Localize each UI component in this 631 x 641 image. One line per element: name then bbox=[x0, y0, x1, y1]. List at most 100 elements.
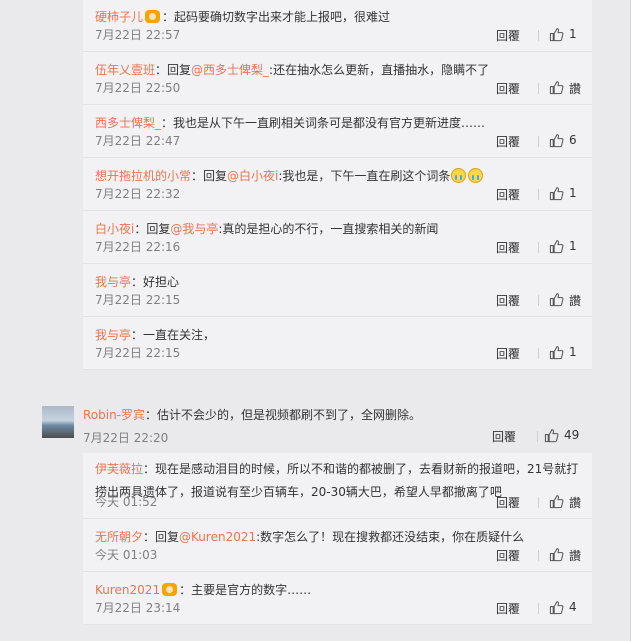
thumbs-up-icon[interactable] bbox=[544, 428, 559, 443]
reply-actions: 回覆 1 bbox=[472, 345, 592, 361]
reply-timestamp: 今天 01:03 bbox=[95, 548, 158, 562]
reply-username[interactable]: Kuren2021 bbox=[95, 583, 160, 597]
reply-timestamp: 7月22日 22:16 bbox=[95, 240, 181, 254]
thumbs-up-icon[interactable] bbox=[549, 186, 564, 201]
reply-button[interactable]: 回覆 bbox=[496, 133, 520, 150]
reply-timestamp: 7月22日 22:15 bbox=[95, 346, 181, 360]
main-comment: Robin-罗宾：估计不会少的，但是视频都刷不到了，全网删除。 7月22日 22… bbox=[40, 394, 602, 452]
comment-actions: 回覆 49 bbox=[472, 428, 602, 444]
reply-actions: 回覆 1 bbox=[472, 239, 592, 255]
thumbs-up-icon[interactable] bbox=[549, 80, 564, 95]
reply-text: ：起码要确切数字出来才能上报吧，很难过 bbox=[162, 10, 391, 24]
reply-prefix: ：回复 bbox=[134, 222, 171, 236]
reply-text: :还在抽水怎么更新，直播抽水，隐瞒不了 bbox=[269, 63, 490, 77]
mention-link[interactable]: @西多士俾梨_ bbox=[191, 63, 269, 77]
reply-actions: 回覆 6 bbox=[472, 133, 592, 149]
divider bbox=[537, 431, 538, 442]
thumbs-up-icon[interactable] bbox=[549, 345, 564, 360]
divider bbox=[538, 136, 539, 147]
like-count: 4 bbox=[569, 600, 577, 614]
reply-username[interactable]: 白小夜i bbox=[95, 222, 134, 236]
reply-text: ：主要是官方的数字…… bbox=[179, 583, 312, 597]
crying-emoji-icon bbox=[451, 168, 467, 183]
reply-actions: 回覆 讚 bbox=[472, 547, 592, 563]
member-badge-icon bbox=[162, 583, 178, 596]
reply-button[interactable]: 回覆 bbox=[496, 239, 520, 256]
comment-text: ：估计不会少的，但是视频都刷不到了，全网删除。 bbox=[145, 408, 422, 422]
divider bbox=[538, 550, 539, 561]
mention-link[interactable]: @白小夜i bbox=[227, 169, 278, 183]
reply-timestamp: 7月22日 23:14 bbox=[95, 601, 181, 615]
reply-button[interactable]: 回覆 bbox=[496, 292, 520, 309]
reply-username[interactable]: 想开拖拉机的小常 bbox=[95, 169, 191, 183]
like-count: 1 bbox=[569, 239, 577, 253]
reply-timestamp: 今天 01:52 bbox=[95, 495, 158, 509]
reply-text: :真的是担心的不行，一直搜索相关的新闻 bbox=[218, 222, 439, 236]
comment-username[interactable]: Robin-罗宾 bbox=[83, 408, 145, 422]
reply-username[interactable]: 西多士俾梨_ bbox=[95, 116, 161, 130]
reply-prefix: ：回复 bbox=[155, 63, 192, 77]
thumbs-up-icon[interactable] bbox=[549, 600, 564, 615]
divider bbox=[538, 30, 539, 41]
reply-button[interactable]: 回覆 bbox=[496, 345, 520, 362]
avatar[interactable] bbox=[42, 406, 74, 438]
reply-text: :数字怎么了！现在搜救都还没结束，你在质疑什么 bbox=[256, 530, 525, 544]
divider bbox=[538, 295, 539, 306]
reply-item: 伍年乂壹班：回复@西多士俾梨_:还在抽水怎么更新，直播抽水，隐瞒不了 7月22日 … bbox=[83, 52, 592, 105]
reply-button[interactable]: 回覆 bbox=[496, 186, 520, 203]
divider bbox=[538, 497, 539, 508]
reply-username[interactable]: 我与亭 bbox=[95, 328, 131, 342]
reply-button[interactable]: 回覆 bbox=[496, 80, 520, 97]
reply-text-line: 我与亭：一直在关注， bbox=[95, 327, 584, 343]
divider bbox=[538, 242, 539, 253]
comment-text-line: Robin-罗宾：估计不会少的，但是视频都刷不到了，全网删除。 bbox=[83, 406, 421, 423]
reply-actions: 回覆 讚 bbox=[472, 292, 592, 308]
reply-actions: 回覆 讚 bbox=[472, 80, 592, 96]
like-count: 讚 bbox=[569, 496, 582, 510]
reply-button[interactable]: 回覆 bbox=[496, 494, 520, 511]
reply-button[interactable]: 回覆 bbox=[496, 547, 520, 564]
reply-text: ：好担心 bbox=[131, 275, 180, 289]
reply-list-bottom: 伊芙薇拉：现在是感动泪目的时候，所以不和谐的都被删了，去看财新的报道吧，21号就… bbox=[83, 453, 592, 625]
like-count: 讚 bbox=[569, 294, 582, 308]
reply-item: 我与亭：一直在关注， 7月22日 22:15 回覆 1 bbox=[83, 317, 592, 370]
thumbs-up-icon[interactable] bbox=[549, 27, 564, 42]
thumbs-up-icon[interactable] bbox=[549, 133, 564, 148]
reply-username[interactable]: 无所朝夕 bbox=[95, 530, 143, 544]
thumbs-up-icon[interactable] bbox=[549, 494, 564, 509]
divider bbox=[538, 603, 539, 614]
thumbs-up-icon[interactable] bbox=[549, 292, 564, 307]
reply-button[interactable]: 回覆 bbox=[496, 27, 520, 44]
mention-link[interactable]: @我与亭 bbox=[170, 222, 218, 236]
reply-username[interactable]: 硬柿子儿 bbox=[95, 10, 143, 24]
reply-timestamp: 7月22日 22:47 bbox=[95, 134, 181, 148]
like-count: 讚 bbox=[569, 549, 582, 563]
mention-link[interactable]: @Kuren2021 bbox=[179, 530, 256, 544]
like-count: 6 bbox=[569, 133, 577, 147]
thumbs-up-icon[interactable] bbox=[549, 547, 564, 562]
reply-item: 我与亭：好担心 7月22日 22:15 回覆 讚 bbox=[83, 264, 592, 317]
reply-username[interactable]: 伊芙薇拉 bbox=[95, 462, 143, 476]
reply-item: 无所朝夕：回复@Kuren2021:数字怎么了！现在搜救都还没结束，你在质疑什么… bbox=[83, 519, 592, 572]
reply-text-line: 无所朝夕：回复@Kuren2021:数字怎么了！现在搜救都还没结束，你在质疑什么 bbox=[95, 529, 584, 545]
reply-username[interactable]: 我与亭 bbox=[95, 275, 131, 289]
like-count: 49 bbox=[564, 428, 580, 442]
reply-button[interactable]: 回覆 bbox=[496, 600, 520, 617]
like-count: 1 bbox=[569, 345, 577, 359]
reply-text: :我也是，下午一直在刷这个词条 bbox=[278, 169, 451, 183]
reply-username[interactable]: 伍年乂壹班 bbox=[95, 63, 155, 77]
reply-item: 白小夜i：回复@我与亭:真的是担心的不行，一直搜索相关的新闻 7月22日 22:1… bbox=[83, 211, 592, 264]
reply-button[interactable]: 回覆 bbox=[492, 428, 516, 445]
reply-prefix: ：回复 bbox=[143, 530, 180, 544]
reply-text: ：一直在关注， bbox=[131, 328, 216, 342]
reply-item: Kuren2021 ：主要是官方的数字…… 7月22日 23:14 回覆 4 bbox=[83, 572, 592, 625]
divider bbox=[538, 83, 539, 94]
like-count: 1 bbox=[569, 186, 577, 200]
reply-list-top: 硬柿子儿 ：起码要确切数字出来才能上报吧，很难过 7月22日 22:57 回覆 1 伍年乂… bbox=[83, 0, 592, 370]
reply-text-line: 想开拖拉机的小常：回复@白小夜i:我也是，下午一直在刷这个词条 bbox=[95, 168, 584, 184]
reply-actions: 回覆 1 bbox=[472, 186, 592, 202]
reply-text: ：我也是从下午一直刷相关词条可是都没有官方更新进度…… bbox=[161, 116, 486, 130]
comment-timestamp: 7月22日 22:20 bbox=[83, 431, 169, 445]
thumbs-up-icon[interactable] bbox=[549, 239, 564, 254]
reply-timestamp: 7月22日 22:57 bbox=[95, 28, 181, 42]
